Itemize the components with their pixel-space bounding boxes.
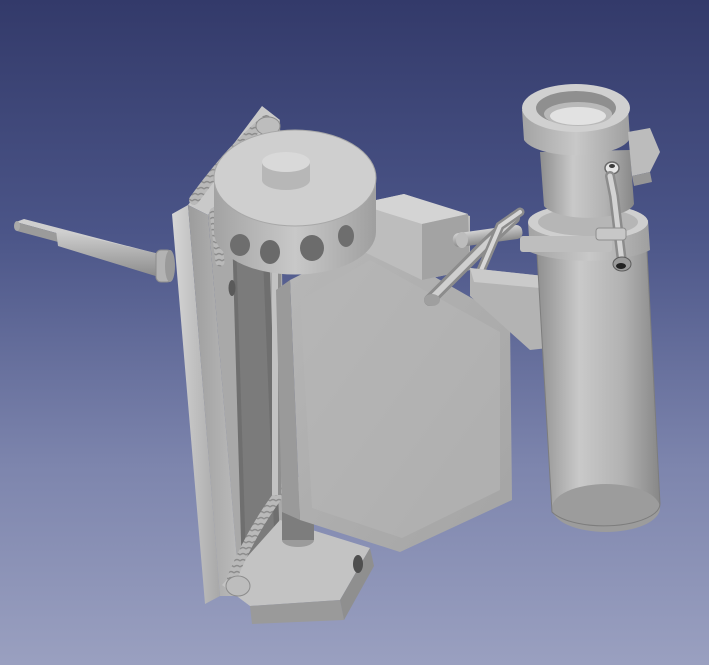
top-nut[interactable]	[522, 84, 660, 218]
shaft-rod[interactable]	[14, 219, 175, 283]
cad-model-view[interactable]	[0, 0, 709, 665]
top-disk[interactable]	[213, 129, 377, 275]
3d-viewport[interactable]	[0, 0, 709, 665]
main-tube[interactable]	[535, 231, 661, 532]
